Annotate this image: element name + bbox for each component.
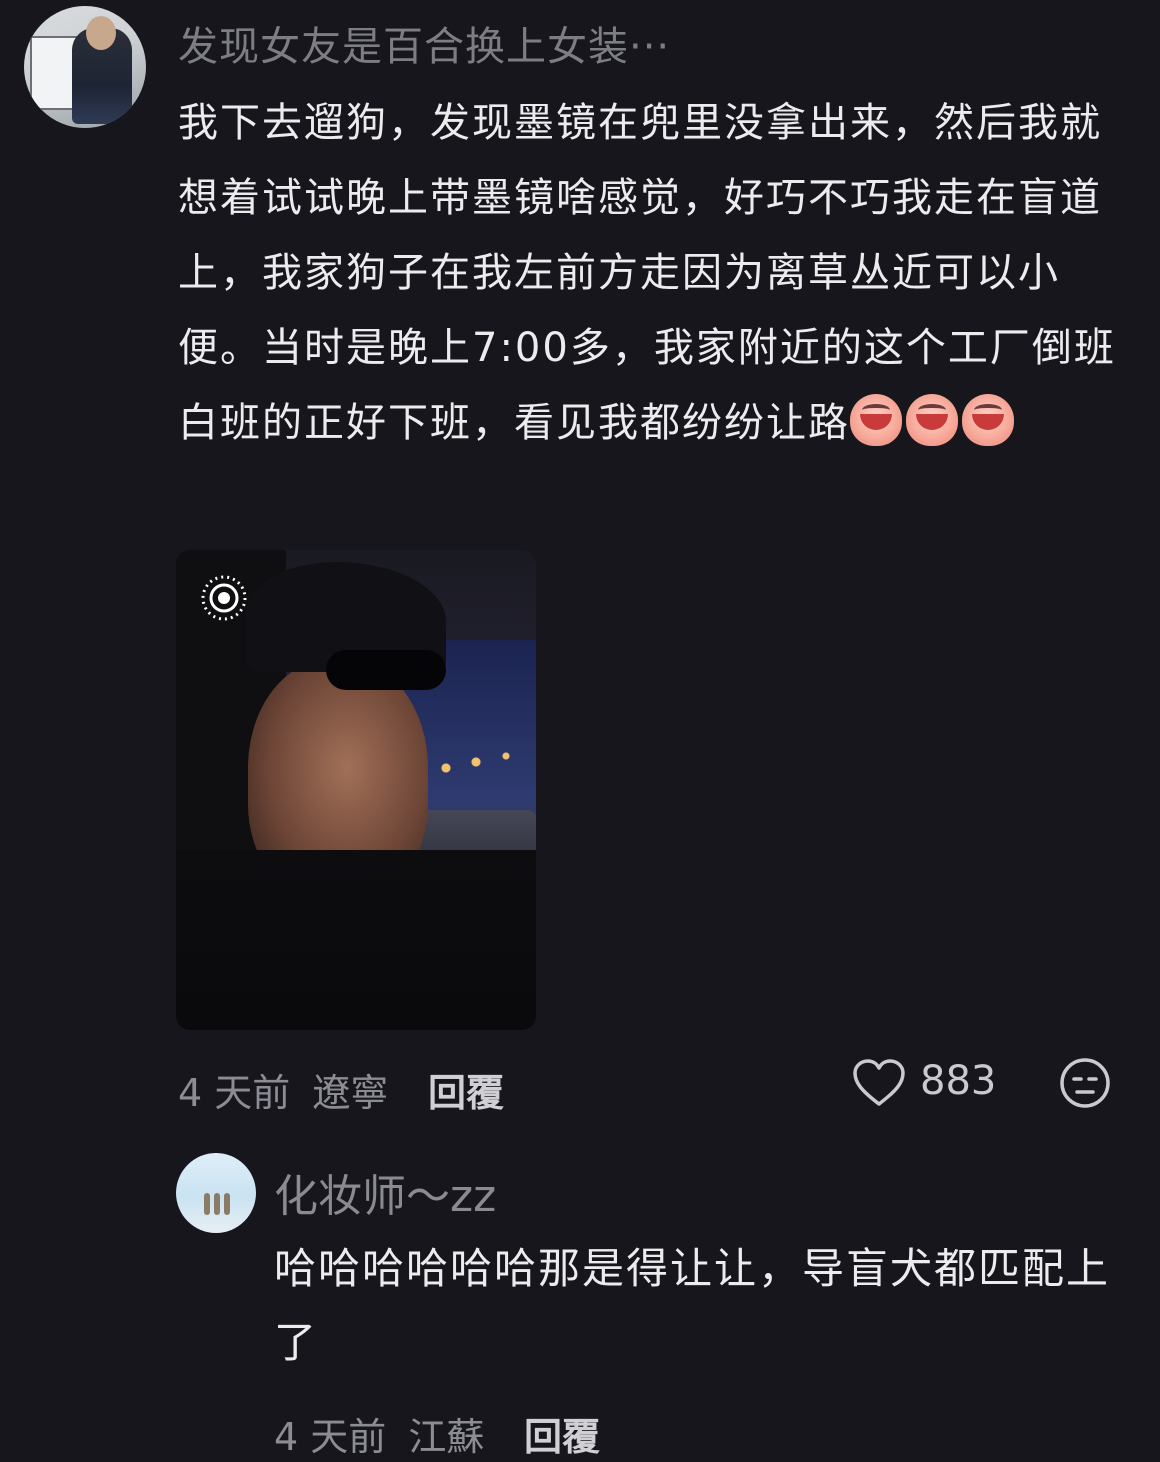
comment-body: 我下去遛狗，发现墨镜在兜里没拿出来，然后我就想着试试晚上带墨镜啥感觉，好巧不巧我… [178,86,1138,461]
commenter-avatar[interactable] [24,6,146,128]
avatar-figure [214,1193,220,1215]
crying-face-emoji [850,394,902,446]
comment-location: 遼寧 [312,1071,389,1115]
heart-icon[interactable] [852,1058,906,1108]
avatar-figure [224,1193,230,1215]
reply-location: 江蘇 [408,1415,485,1459]
photo-street-lights [426,750,526,810]
comment-time-text: 4 天前 [178,1071,291,1115]
reply-time-text: 4 天前 [274,1415,387,1459]
reply-comment-time: 4 天前 江蘇 [274,1406,484,1461]
crying-face-emoji [962,394,1014,446]
live-photo-icon[interactable] [200,574,248,622]
like-count: 883 [920,1058,997,1104]
avatar-figure [204,1193,210,1215]
comment-text: 我下去遛狗，发现墨镜在兜里没拿出来，然后我就想着试试晚上带墨镜啥感觉，好巧不巧我… [178,100,1116,446]
crying-face-emoji [906,394,958,446]
reply-button[interactable]: 回覆 [428,1062,504,1117]
commenter-username[interactable]: 发现女友是百合换上女装··· [178,14,670,72]
dislike-face-icon[interactable] [1058,1056,1112,1110]
comment-time: 4 天前 遼寧 [178,1062,388,1117]
reply-comment-text: 哈哈哈哈哈哈那是得让让，导盲犬都匹配上了 [274,1244,1111,1367]
avatar-head [86,16,116,50]
reply-commenter-username[interactable]: 化妆师～zz [274,1160,496,1224]
reply-commenter-avatar[interactable] [176,1153,256,1233]
photo-body [176,850,536,1030]
photo-sunglasses [326,650,446,690]
comment-photo[interactable] [176,550,536,1030]
reply-button[interactable]: 回覆 [524,1406,600,1461]
